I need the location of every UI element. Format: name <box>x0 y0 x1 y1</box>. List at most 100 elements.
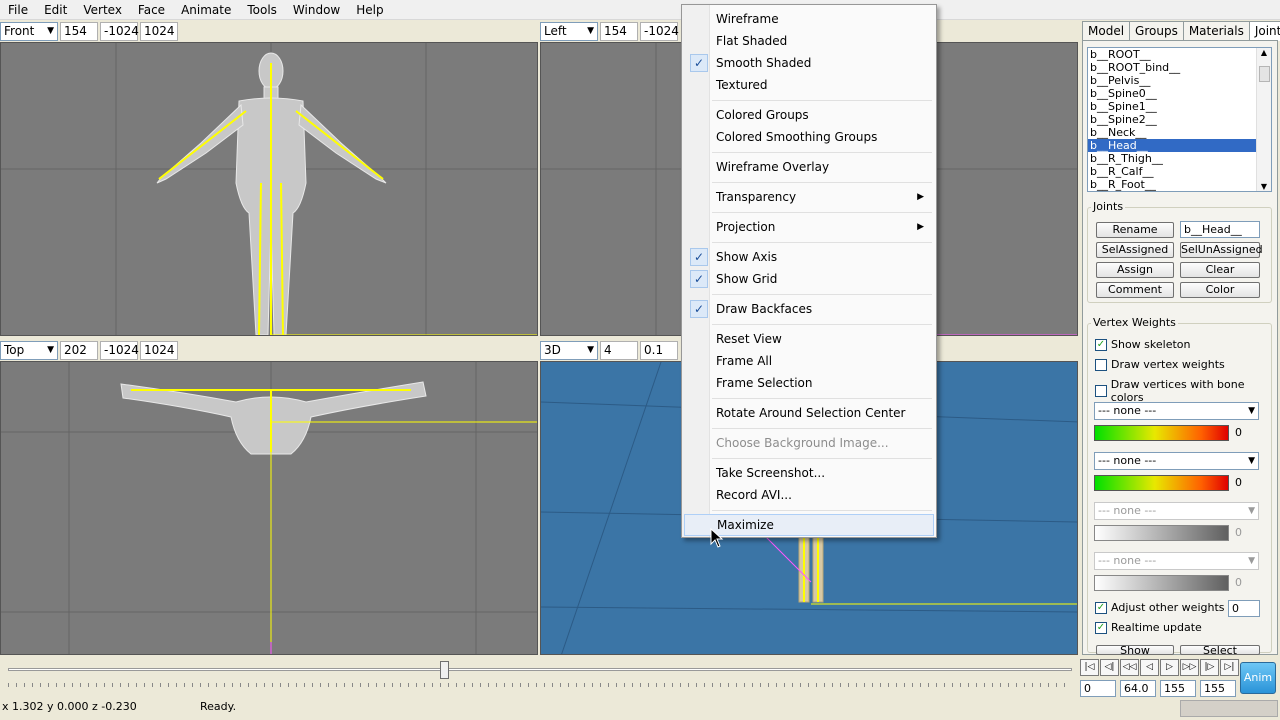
show-skeleton-checkbox[interactable]: ✓ Show skeleton <box>1095 338 1191 351</box>
list-item[interactable]: b__ROOT_bind__ <box>1088 61 1256 74</box>
timeline-slider-handle[interactable] <box>440 661 450 679</box>
top-min-field[interactable]: -1024 <box>100 340 139 360</box>
scroll-down-icon[interactable]: ▼ <box>1257 182 1271 191</box>
menu-help[interactable]: Help <box>348 0 391 20</box>
frame-end-field[interactable]: 155 <box>1200 680 1236 697</box>
list-item-selected[interactable]: b__Head__ <box>1088 139 1256 152</box>
rewind-button[interactable]: ◁◁ <box>1120 659 1139 676</box>
scrollbar-thumb[interactable] <box>1259 66 1270 82</box>
joints-list[interactable]: b__ROOT__ b__ROOT_bind__ b__Pelvis__ b__… <box>1087 47 1272 192</box>
adjust-weights-field[interactable]: 0 <box>1228 600 1260 617</box>
persp-fov-field[interactable]: 4 <box>600 340 638 360</box>
persp-near-field[interactable]: 0.1 <box>640 340 678 360</box>
list-item[interactable]: b__R_Foot__ <box>1088 178 1256 191</box>
timeline-track[interactable] <box>8 668 1072 671</box>
clear-button[interactable]: Clear <box>1180 262 1260 278</box>
frame-current-field[interactable]: 155 <box>1160 680 1196 697</box>
sel-unassigned-button[interactable]: SelUnAssigned <box>1180 242 1263 258</box>
menu-item-colored-smoothing-groups[interactable]: Colored Smoothing Groups <box>684 126 934 148</box>
menu-item-rotate-around-selection[interactable]: Rotate Around Selection Center <box>684 402 934 424</box>
front-max-field[interactable]: 1024 <box>140 21 178 41</box>
menu-item-record-avi[interactable]: Record AVI... <box>684 484 934 506</box>
menu-item-frame-all[interactable]: Frame All <box>684 350 934 372</box>
draw-bone-colors-checkbox[interactable]: Draw vertices with bone colors <box>1095 378 1277 404</box>
scroll-up-icon[interactable]: ▲ <box>1257 48 1271 57</box>
list-item[interactable]: b__Spine2__ <box>1088 113 1256 126</box>
menu-item-colored-groups[interactable]: Colored Groups <box>684 104 934 126</box>
left-min-field[interactable]: -1024 <box>640 21 679 41</box>
left-zoom-field[interactable]: 154 <box>600 21 638 41</box>
prev-frame-button[interactable]: ◁ <box>1140 659 1159 676</box>
front-view-select[interactable]: Front ▼ <box>0 21 58 41</box>
menu-item-show-axis[interactable]: ✓ Show Axis <box>684 246 934 268</box>
timeline[interactable] <box>0 656 1080 696</box>
front-min-field[interactable]: -1024 <box>100 21 139 41</box>
show-button[interactable]: Show <box>1096 645 1174 655</box>
menu-vertex[interactable]: Vertex <box>75 0 130 20</box>
adjust-other-weights-checkbox[interactable]: ✓ Adjust other weights <box>1095 601 1225 614</box>
menu-item-flat-shaded[interactable]: Flat Shaded <box>684 30 934 52</box>
fast-forward-button[interactable]: ▷▷ <box>1180 659 1199 676</box>
menu-item-show-grid[interactable]: ✓ Show Grid <box>684 268 934 290</box>
menu-file[interactable]: File <box>0 0 36 20</box>
prev-key-button[interactable]: ◁| <box>1100 659 1119 676</box>
left-view-select[interactable]: Left ▼ <box>540 21 598 41</box>
front-zoom-field[interactable]: 154 <box>60 21 98 41</box>
top-zoom-field[interactable]: 202 <box>60 340 98 360</box>
bone1-weight-slider[interactable] <box>1094 425 1229 441</box>
menu-item-smooth-shaded[interactable]: ✓ Smooth Shaded <box>684 52 934 74</box>
frame-start-field[interactable]: 0 <box>1080 680 1116 697</box>
realtime-update-checkbox[interactable]: ✓ Realtime update <box>1095 621 1202 634</box>
menu-item-wireframe[interactable]: Wireframe <box>684 8 934 30</box>
top-view-select[interactable]: Top ▼ <box>0 340 58 360</box>
fps-field[interactable]: 64.0 <box>1120 680 1156 697</box>
menu-item-wireframe-overlay[interactable]: Wireframe Overlay <box>684 156 934 178</box>
color-button[interactable]: Color <box>1180 282 1260 298</box>
list-item[interactable]: b__R_Calf__ <box>1088 165 1256 178</box>
bone2-weight-slider[interactable] <box>1094 475 1229 491</box>
bone2-select[interactable]: --- none --- ▼ <box>1094 452 1259 470</box>
menu-item-textured[interactable]: Textured <box>684 74 934 96</box>
menu-face[interactable]: Face <box>130 0 173 20</box>
menu-item-draw-backfaces[interactable]: ✓ Draw Backfaces <box>684 298 934 320</box>
top-max-field[interactable]: 1024 <box>140 340 178 360</box>
joints-list-scrollbar[interactable]: ▲ ▼ <box>1256 48 1271 191</box>
list-item[interactable]: b__Spine1__ <box>1088 100 1256 113</box>
menu-edit[interactable]: Edit <box>36 0 75 20</box>
list-item[interactable]: b__Spine0__ <box>1088 87 1256 100</box>
tab-joints[interactable]: Joints <box>1248 21 1280 41</box>
list-item[interactable]: b__Neck__ <box>1088 126 1256 139</box>
menu-item-label: Flat Shaded <box>716 34 788 48</box>
menu-animate[interactable]: Animate <box>173 0 239 20</box>
list-item[interactable]: b__ROOT__ <box>1088 48 1256 61</box>
next-frame-button[interactable]: ▷ <box>1160 659 1179 676</box>
sel-assigned-button[interactable]: SelAssigned <box>1096 242 1174 258</box>
tab-model[interactable]: Model <box>1082 21 1131 41</box>
joint-name-field[interactable]: b__Head__ <box>1180 221 1260 238</box>
top-body-mesh <box>120 381 427 455</box>
first-frame-button[interactable]: |◁ <box>1080 659 1099 676</box>
menu-window[interactable]: Window <box>285 0 348 20</box>
list-item[interactable]: b__Pelvis__ <box>1088 74 1256 87</box>
select-button[interactable]: Select <box>1180 645 1260 655</box>
top-viewport[interactable] <box>0 361 538 655</box>
menu-item-transparency[interactable]: Transparency ▶ <box>684 186 934 208</box>
anim-mode-button[interactable]: Anim <box>1240 662 1276 694</box>
persp-view-select[interactable]: 3D ▼ <box>540 340 598 360</box>
list-item[interactable]: b__R_Thigh__ <box>1088 152 1256 165</box>
tab-materials[interactable]: Materials <box>1182 21 1250 41</box>
draw-vertex-weights-checkbox[interactable]: Draw vertex weights <box>1095 358 1225 371</box>
menu-item-projection[interactable]: Projection ▶ <box>684 216 934 238</box>
bone1-select[interactable]: --- none --- ▼ <box>1094 402 1259 420</box>
tab-groups[interactable]: Groups <box>1129 21 1184 41</box>
menu-item-reset-view[interactable]: Reset View <box>684 328 934 350</box>
comment-button[interactable]: Comment <box>1096 282 1174 298</box>
assign-button[interactable]: Assign <box>1096 262 1174 278</box>
rename-button[interactable]: Rename <box>1096 222 1174 238</box>
menu-item-take-screenshot[interactable]: Take Screenshot... <box>684 462 934 484</box>
front-viewport[interactable] <box>0 42 538 336</box>
menu-item-frame-selection[interactable]: Frame Selection <box>684 372 934 394</box>
menu-tools[interactable]: Tools <box>239 0 285 20</box>
next-key-button[interactable]: |▷ <box>1200 659 1219 676</box>
last-frame-button[interactable]: ▷| <box>1220 659 1239 676</box>
